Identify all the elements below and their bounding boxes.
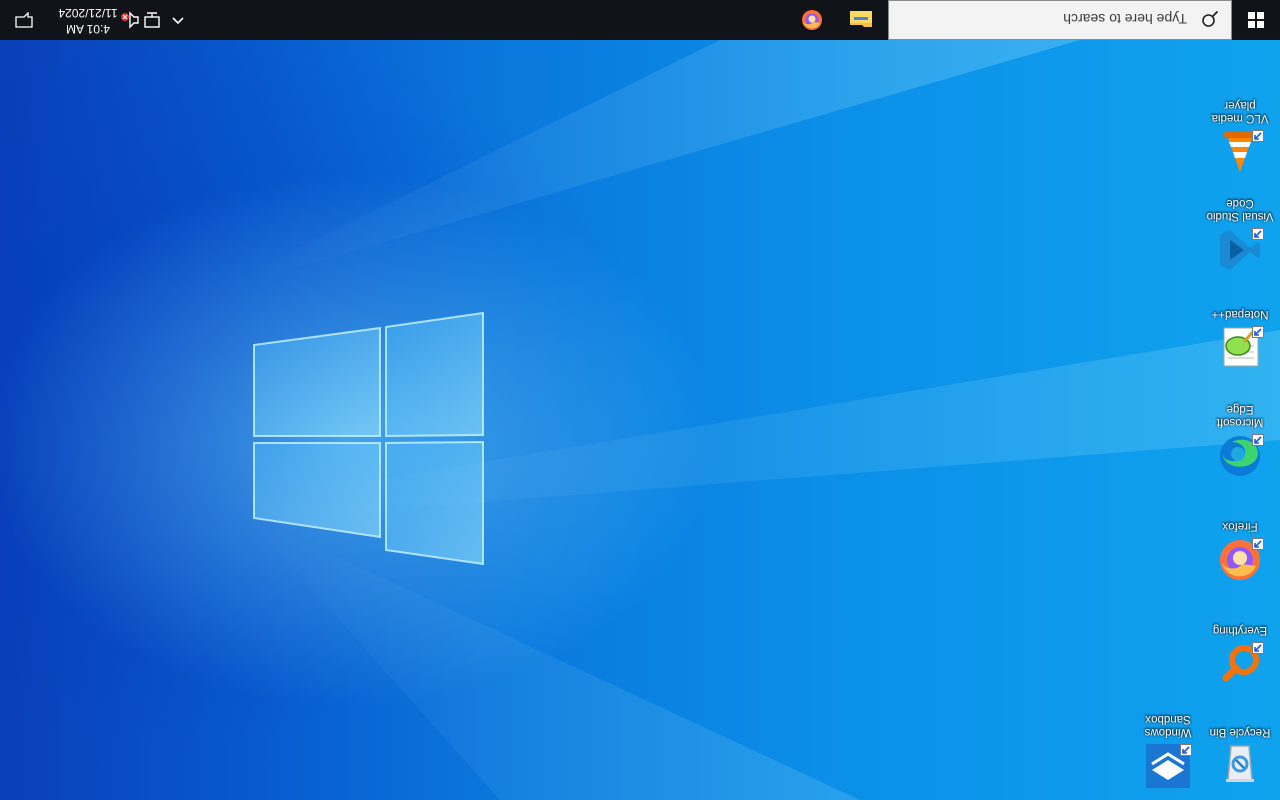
desktop-icon-label: Recycle Bin [1209, 726, 1271, 738]
start-button[interactable] [1232, 0, 1280, 40]
desktop-icon-label: Notepad++ [1211, 308, 1269, 320]
network-icon[interactable] [142, 11, 162, 29]
file-explorer-icon [850, 11, 872, 27]
shortcut-arrow-icon [1252, 434, 1264, 446]
shortcut-arrow-icon [1252, 642, 1264, 654]
desktop-icon-edge[interactable]: Microsoft Edge [1202, 394, 1278, 484]
windows-wallpaper-logo [253, 40, 1280, 800]
firefox-icon [802, 10, 822, 30]
screen: Recycle Bin Windows Sandbox Everything F… [0, 0, 1280, 800]
shortcut-arrow-icon [1252, 228, 1264, 240]
shortcut-arrow-icon [1180, 744, 1192, 756]
recycle-bin-icon [1216, 742, 1264, 790]
search-icon [1202, 10, 1219, 27]
taskbar-search-box[interactable] [888, 0, 1232, 40]
show-hidden-icons-chevron[interactable] [170, 12, 186, 28]
taskbar: 4:01 AM 11/21/2024 [0, 0, 1280, 40]
desktop-icon-label: Everything [1212, 624, 1268, 636]
windows-start-icon [1248, 12, 1264, 28]
shortcut-arrow-icon [1252, 326, 1264, 338]
action-center-icon [15, 12, 33, 28]
rotated-screen: Recycle Bin Windows Sandbox Everything F… [0, 0, 1280, 800]
desktop-icon-label: Visual Studio Code [1206, 197, 1274, 222]
taskbar-app-firefox[interactable] [788, 0, 836, 40]
shortcut-arrow-icon [1252, 538, 1264, 550]
desktop-icon-vlc[interactable]: VLC media player [1202, 90, 1278, 180]
desktop-icon-label: Windows Sandbox [1144, 713, 1192, 738]
desktop-icon-recycle-bin[interactable]: Recycle Bin [1202, 704, 1278, 794]
desktop[interactable]: Recycle Bin Windows Sandbox Everything F… [0, 40, 1280, 800]
clock-time: 4:01 AM [65, 22, 111, 36]
shortcut-arrow-icon [1252, 130, 1264, 142]
desktop-icon-label: VLC media player [1211, 99, 1269, 124]
desktop-icon-vscode[interactable]: Visual Studio Code [1202, 188, 1278, 278]
clock-date: 11/21/2024 [58, 6, 118, 20]
action-center-button[interactable] [4, 0, 44, 40]
desktop-icon-firefox[interactable]: Firefox [1202, 498, 1278, 588]
desktop-icon-label: Firefox [1222, 520, 1258, 532]
taskbar-app-file-explorer[interactable] [837, 0, 885, 40]
desktop-icon-windows-sandbox[interactable]: Windows Sandbox [1130, 704, 1206, 794]
taskbar-clock[interactable]: 4:01 AM 11/21/2024 [50, 3, 126, 37]
desktop-icon-everything[interactable]: Everything [1202, 602, 1278, 692]
search-input[interactable] [905, 7, 1189, 31]
desktop-icon-label: Microsoft Edge [1216, 403, 1264, 428]
desktop-icon-notepadpp[interactable]: Notepad++ [1202, 286, 1278, 376]
